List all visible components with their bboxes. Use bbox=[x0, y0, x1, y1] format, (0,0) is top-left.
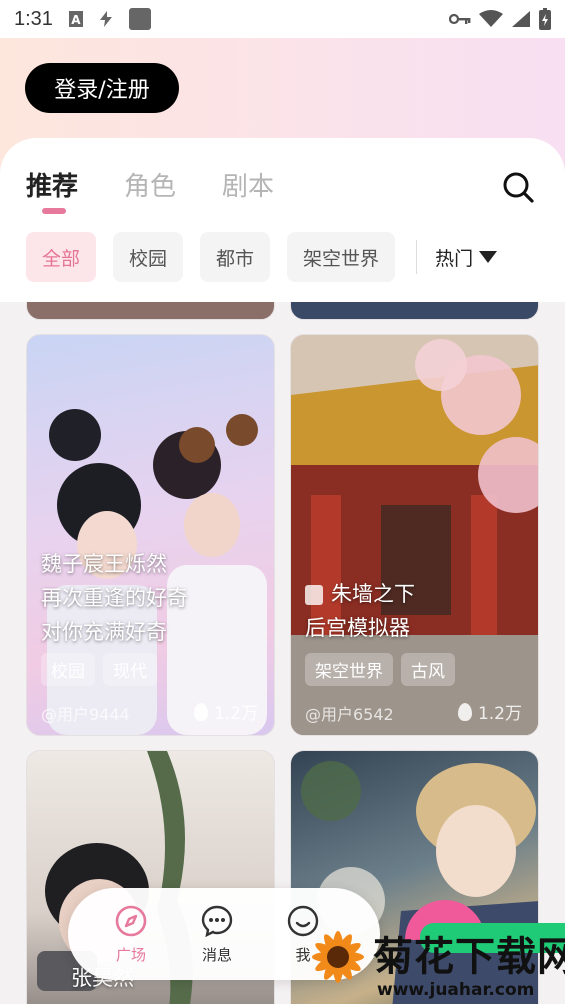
status-bar: 1:31 A bbox=[0, 0, 565, 38]
card-2-tag: 架空世界 bbox=[305, 653, 393, 686]
card-2-popularity: 1.2万 bbox=[457, 699, 522, 724]
status-time: 1:31 bbox=[14, 7, 53, 30]
card-1-hot-count: 1.2万 bbox=[213, 704, 258, 724]
watermark-text: 菊花下载网 bbox=[373, 934, 565, 980]
card-1-tags: 校园 现代 bbox=[41, 653, 157, 686]
caret-down-icon bbox=[479, 251, 498, 263]
story-card-2[interactable]: 朱墙之下 后宫模拟器 架空世界 古风 @用户6542 1.2万 bbox=[290, 334, 539, 736]
card-2-author: @用户6542 bbox=[305, 705, 394, 724]
story-card-1[interactable]: 魏子宸王烁然 再次重逢的好奇 对你充满好奇 校园 现代 @用户9444 1.2万 bbox=[26, 334, 275, 736]
flame-icon bbox=[193, 702, 208, 721]
chip-divider bbox=[416, 240, 418, 274]
chip-fantasy-world[interactable]: 架空世界 bbox=[287, 232, 396, 282]
wifi-icon bbox=[479, 10, 503, 27]
app-notification-icon: A bbox=[68, 11, 83, 27]
card-1-popularity: 1.2万 bbox=[193, 699, 258, 724]
watermark: 菊花下载网 www.juahar.com bbox=[305, 920, 565, 1004]
card-2-hot-count: 1.2万 bbox=[477, 704, 522, 724]
chat-icon bbox=[201, 905, 233, 937]
nav-messages-label: 消息 bbox=[201, 945, 232, 964]
card-1-title-line-3: 对你充满好奇 bbox=[41, 620, 167, 644]
nav-messages[interactable]: 消息 bbox=[194, 904, 240, 965]
chip-all[interactable]: 全部 bbox=[26, 232, 97, 282]
card-2-tag: 古风 bbox=[401, 653, 455, 686]
key-icon bbox=[449, 13, 471, 25]
tab-characters[interactable]: 角色 bbox=[124, 166, 176, 203]
watermark-url: www.juahar.com bbox=[377, 980, 535, 1000]
tab-recommend[interactable]: 推荐 bbox=[26, 166, 78, 203]
category-tabs: 推荐 角色 剧本 bbox=[26, 166, 274, 203]
card-1-tag: 现代 bbox=[103, 653, 157, 686]
search-icon[interactable] bbox=[501, 170, 535, 204]
sort-label: 热门 bbox=[435, 247, 474, 270]
login-register-button[interactable]: 登录/注册 bbox=[25, 63, 179, 113]
chip-urban[interactable]: 都市 bbox=[200, 232, 271, 282]
nav-plaza-label: 广场 bbox=[115, 945, 146, 964]
card-1-title-line-1: 魏子宸王烁然 bbox=[41, 552, 167, 576]
content-header-panel: 推荐 角色 剧本 全部 校园 都市 架空世界 热门 bbox=[0, 138, 565, 302]
flame-icon bbox=[457, 702, 472, 721]
nav-plaza[interactable]: 广场 bbox=[108, 904, 154, 965]
filter-chips: 全部 校园 都市 架空世界 热门 bbox=[26, 232, 498, 282]
signal-icon bbox=[512, 11, 530, 27]
active-tab-indicator bbox=[42, 208, 66, 214]
book-icon bbox=[305, 585, 323, 605]
chrysanthemum-logo-icon bbox=[312, 931, 364, 983]
sort-dropdown[interactable]: 热门 bbox=[435, 244, 498, 271]
card-1-tag: 校园 bbox=[41, 653, 95, 686]
compass-icon bbox=[115, 905, 147, 936]
card-2-tags: 架空世界 古风 bbox=[305, 653, 455, 686]
battery-icon bbox=[539, 8, 551, 30]
card-2-title-line-2: 后宫模拟器 bbox=[305, 616, 410, 640]
card-1-title-line-2: 再次重逢的好奇 bbox=[41, 586, 188, 610]
tab-scripts[interactable]: 剧本 bbox=[222, 166, 274, 203]
card-2-title-line-1: 朱墙之下 bbox=[305, 577, 415, 611]
app-square-icon bbox=[128, 8, 151, 30]
card-1-author: @用户9444 bbox=[41, 705, 130, 724]
chip-campus[interactable]: 校园 bbox=[113, 232, 184, 282]
bolt-notification-icon bbox=[99, 11, 112, 27]
